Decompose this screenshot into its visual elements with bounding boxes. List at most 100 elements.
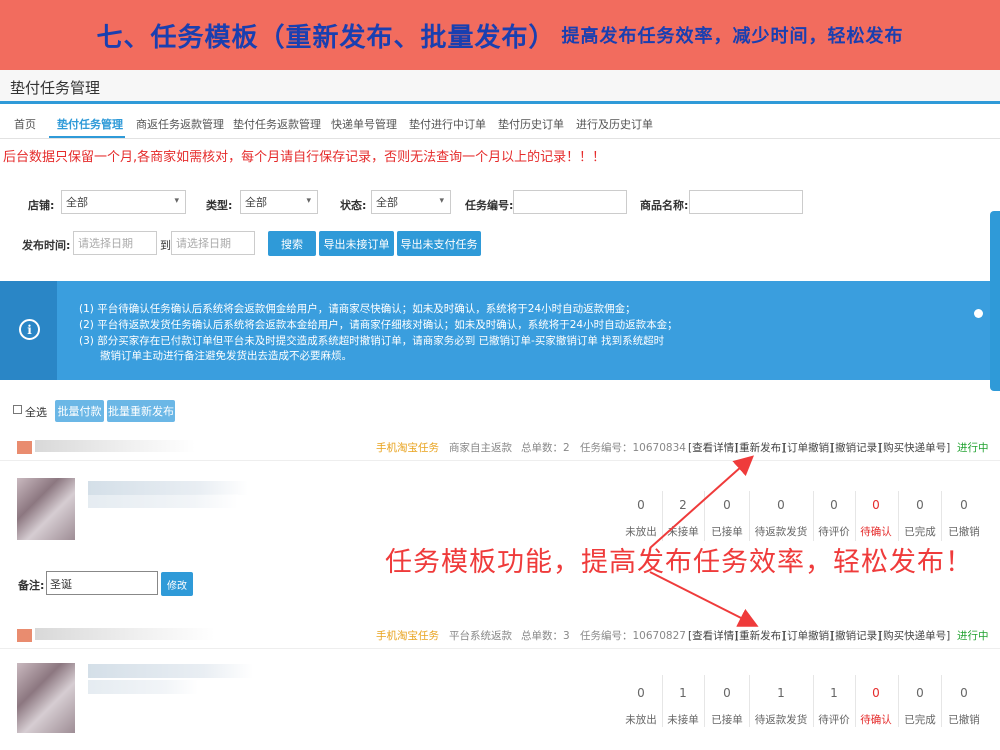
export-unaccepted-orders-button[interactable]: 导出未接订单: [319, 231, 394, 256]
order-header: 手机淘宝任务 商家自主返款 总单数：2 任务编号：10670834 [查看详情]…: [0, 437, 1000, 457]
order-stats: 0 未放出 1 未接单 0 已接单 1 待返款发货 1 待评价 0 待确认 0 已完成 0 已撤…: [0, 650, 1000, 745]
batch-pay-button[interactable]: 批量付款: [55, 400, 104, 422]
task-number: 任务编号：10670834: [580, 442, 686, 454]
tutorial-banner: 七、任务模板（重新发布、批量发布） 提高发布任务效率，减少时间，轻松发布: [0, 0, 1000, 70]
status-in-progress: 进行中: [957, 442, 989, 454]
batch-republish-button[interactable]: 批量重新发布: [107, 400, 175, 422]
search-button[interactable]: 搜索: [268, 231, 316, 256]
chevron-down-icon: ▾: [306, 196, 311, 206]
buy-tracking-number-link[interactable]: [购买快递单号]: [879, 440, 950, 455]
view-details-link[interactable]: [查看详情]: [688, 440, 738, 455]
divider: [0, 648, 1000, 649]
tab-in-progress-and-history[interactable]: 进行及历史订单: [576, 116, 653, 132]
notice-line-2: (2) 平台待返款发货任务确认后系统将会返款本金给用户，请商家仔细核对确认；如未…: [79, 319, 678, 331]
stat-unaccepted[interactable]: 2 未接单: [664, 498, 702, 539]
remark-label: 备注:: [18, 579, 45, 592]
order-header: 手机淘宝任务 平台系统返款 总单数：3 任务编号：10670827 [查看详情]…: [0, 625, 1000, 645]
side-float-tab[interactable]: [990, 211, 1000, 391]
tab-home[interactable]: 首页: [14, 116, 36, 132]
remark-input[interactable]: 圣诞: [46, 571, 158, 595]
status-select-value: 全部: [376, 196, 398, 209]
chevron-down-icon: ▾: [439, 196, 444, 206]
shop-select[interactable]: 全部 ▾: [61, 190, 186, 214]
nav-tabs: 首页 垫付任务管理 商返任务返款管理 垫付任务返款管理 快递单号管理 垫付进行中…: [0, 107, 1000, 139]
notice-line-4: 撤销订单主动进行备注避免发货出去造成不必要麻烦。: [100, 350, 352, 362]
stat-awaiting-review[interactable]: 0 待评价: [815, 498, 853, 539]
republish-link[interactable]: [重新发布]: [735, 440, 785, 455]
tab-advance-history-orders[interactable]: 垫付历史订单: [498, 116, 564, 132]
stat-accepted[interactable]: 0 已接单: [708, 498, 746, 539]
banner-subtitle: 提高发布任务效率，减少时间，轻松发布: [561, 26, 904, 47]
total-orders: 总单数：2: [521, 442, 570, 454]
blurred-shop-name: [35, 440, 195, 452]
tab-merchant-refund-management[interactable]: 商返任务返款管理: [136, 116, 224, 132]
product-name-label: 商品名称:: [640, 199, 689, 212]
stat-awaiting-confirmation[interactable]: 0 待确认: [857, 498, 895, 539]
status-in-progress: 进行中: [957, 630, 989, 642]
task-number-label: 任务编号:: [465, 199, 514, 212]
notice-line-1: (1) 平台待确认任务确认后系统将会返款佣金给用户，请商家尽快确认；如未及时确认…: [79, 303, 636, 315]
type-label: 类型:: [206, 199, 233, 212]
banner-title: 七、任务模板（重新发布、批量发布）: [96, 22, 556, 53]
refund-type: 商家自主返款: [449, 442, 512, 454]
total-orders: 总单数：3: [521, 630, 570, 642]
status-label: 状态:: [340, 199, 367, 212]
tab-advance-task-management[interactable]: 垫付任务管理: [57, 116, 123, 132]
stat-awaiting-review[interactable]: 1 待评价: [815, 686, 853, 727]
notice-line-3: (3) 部分买家存在已付款订单但平台未及时提交造成系统超时撤销订单，请商家务必到…: [79, 335, 665, 347]
chevron-down-icon: ▾: [174, 196, 179, 206]
stat-cancelled[interactable]: 0 已撤销: [944, 686, 984, 727]
stat-awaiting-refund-shipment[interactable]: 0 待返款发货: [752, 498, 810, 539]
select-all-label: 全选: [25, 406, 47, 419]
data-retention-warning: 后台数据只保留一个月,各商家如需核对，每个月请自行保存记录，否则无法查询一个月以…: [3, 150, 606, 165]
date-range-separator: 到: [160, 239, 171, 252]
task-number: 任务编号：10670827: [580, 630, 686, 642]
cancel-records-link[interactable]: [撤销记录]: [831, 628, 881, 643]
stat-awaiting-refund-shipment[interactable]: 1 待返款发货: [752, 686, 810, 727]
type-select[interactable]: 全部 ▾: [240, 190, 318, 214]
tab-tracking-number-management[interactable]: 快递单号管理: [331, 116, 397, 132]
platform-tag: 手机淘宝任务: [376, 442, 439, 454]
stat-accepted[interactable]: 0 已接单: [708, 686, 746, 727]
stat-unaccepted[interactable]: 1 未接单: [664, 686, 702, 727]
end-date-input[interactable]: 请选择日期: [171, 231, 255, 255]
blurred-shop-name: [35, 628, 215, 640]
status-select[interactable]: 全部 ▾: [371, 190, 451, 214]
shop-label: 店铺:: [28, 199, 55, 212]
start-date-input[interactable]: 请选择日期: [73, 231, 157, 255]
notice-panel: (1) 平台待确认任务确认后系统将会返款佣金给用户，请商家尽快确认；如未及时确认…: [0, 281, 1000, 380]
republish-link[interactable]: [重新发布]: [735, 628, 785, 643]
modify-remark-button[interactable]: 修改: [161, 572, 193, 596]
refund-type: 平台系统返款: [449, 630, 512, 642]
stat-cancelled[interactable]: 0 已撤销: [944, 498, 984, 539]
shop-select-value: 全部: [66, 196, 88, 209]
buy-tracking-number-link[interactable]: [购买快递单号]: [879, 628, 950, 643]
active-tab-indicator: [49, 136, 125, 138]
product-name-input[interactable]: [689, 190, 803, 214]
tab-advance-refund-management[interactable]: 垫付任务返款管理: [233, 116, 321, 132]
feature-annotation: 任务模板功能，提高发布任务效率，轻松发布！: [385, 547, 973, 578]
task-number-input[interactable]: [513, 190, 627, 214]
tab-advance-in-progress-orders[interactable]: 垫付进行中订单: [409, 116, 486, 132]
stat-unreleased[interactable]: 0 未放出: [622, 686, 660, 727]
close-dot-icon[interactable]: [974, 309, 983, 318]
arrow-to-republish-2: [649, 571, 759, 627]
cancel-order-link[interactable]: [订单撤销]: [783, 440, 833, 455]
info-icon: i: [19, 319, 40, 340]
stat-completed[interactable]: 0 已完成: [901, 686, 939, 727]
shop-thumbnail: [17, 629, 32, 642]
publish-time-label: 发布时间:: [22, 239, 71, 252]
stat-awaiting-confirmation[interactable]: 0 待确认: [857, 686, 895, 727]
stat-unreleased[interactable]: 0 未放出: [622, 498, 660, 539]
export-unpaid-tasks-button[interactable]: 导出未支付任务: [397, 231, 481, 256]
cancel-order-link[interactable]: [订单撤销]: [783, 628, 833, 643]
cancel-records-link[interactable]: [撤销记录]: [831, 440, 881, 455]
divider: [0, 460, 1000, 461]
platform-tag: 手机淘宝任务: [376, 630, 439, 642]
stat-completed[interactable]: 0 已完成: [901, 498, 939, 539]
page-header: 垫付任务管理: [0, 70, 1000, 104]
type-select-value: 全部: [245, 196, 267, 209]
view-details-link[interactable]: [查看详情]: [688, 628, 738, 643]
shop-thumbnail: [17, 441, 32, 454]
select-all-checkbox[interactable]: [13, 405, 22, 414]
